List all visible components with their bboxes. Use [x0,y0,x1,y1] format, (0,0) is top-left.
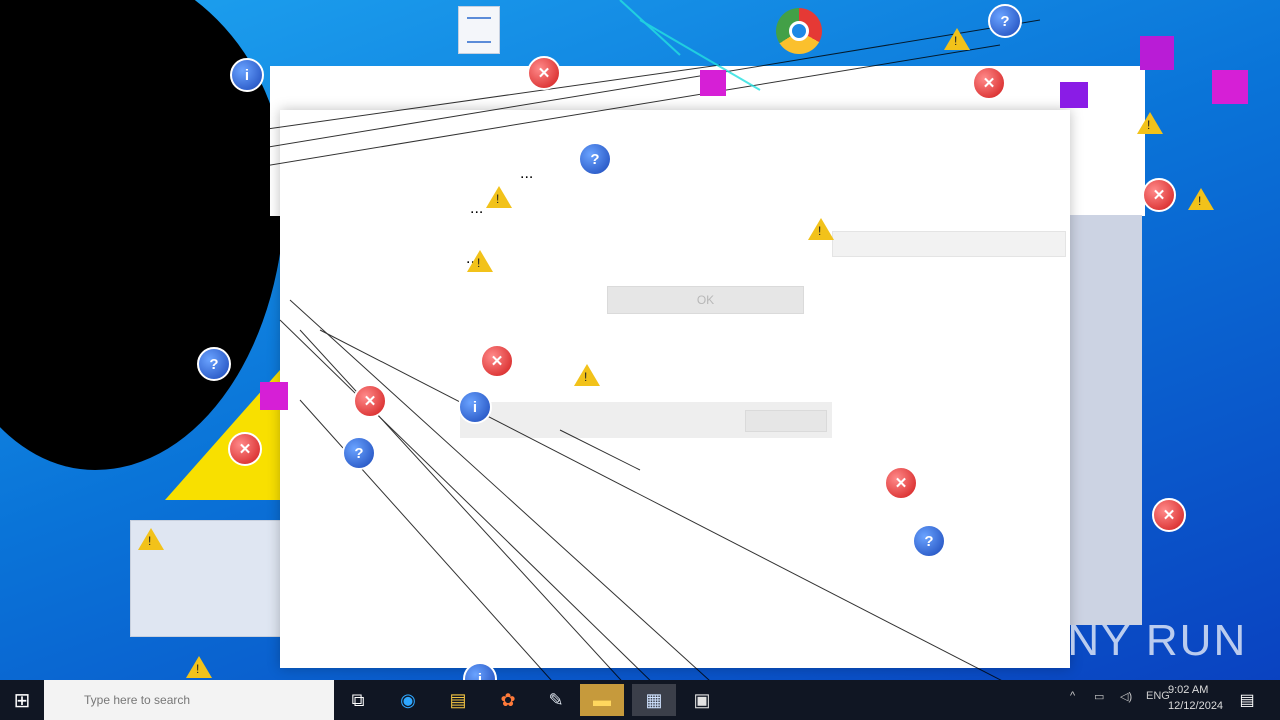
network-icon[interactable]: ▦ [632,684,676,716]
error-icon: ✕ [353,384,387,418]
help-icon: ? [578,142,612,176]
error-icon: ✕ [1152,498,1186,532]
warning-icon: ! [186,656,212,678]
glitch-magenta-block [1212,70,1248,104]
glitch-magenta-block [1140,36,1174,70]
anyrun-watermark: ANY RUN [1036,616,1248,665]
folder-icon[interactable]: ▬ [580,684,624,716]
warning-icon: ! [808,218,834,240]
notification-center-button[interactable]: ▤ [1232,684,1262,716]
file-explorer-icon[interactable]: ▤ [440,684,476,716]
glitch-magenta-block [1060,82,1088,108]
error-icon: ✕ [527,56,561,90]
notification-icon: ▤ [1239,692,1255,709]
paint-icon[interactable]: ✿ [490,684,526,716]
network-tray-icon[interactable]: ▭ [1094,690,1104,703]
warning-icon: ! [1137,112,1163,134]
search-placeholder: Type here to search [84,693,191,707]
language-icon[interactable]: ENG [1146,690,1170,702]
error-icon: ✕ [972,66,1006,100]
glitch-magenta-block [260,382,288,410]
task-view-icon[interactable]: ⧉ [340,684,376,716]
edge-icon[interactable]: ◉ [390,684,426,716]
error-icon: ✕ [228,432,262,466]
volume-icon[interactable]: ◁) [1120,690,1132,703]
help-icon: ? [197,347,231,381]
error-icon: ✕ [480,344,514,378]
warning-icon: ! [944,28,970,50]
clock-time[interactable]: 9:02 AM [1168,684,1208,696]
warning-icon: ! [486,186,512,208]
windows-start-icon: ⊞ [13,689,31,712]
error-icon: ✕ [884,466,918,500]
help-icon: ? [988,4,1022,38]
printer-icon[interactable]: ▣ [684,684,720,716]
paint-app-icon[interactable]: ✎ [538,684,574,716]
taskbar-search-input[interactable]: Type here to search [44,680,334,720]
chevron-up-icon[interactable]: ^ [1070,690,1075,702]
warning-icon: ! [138,528,164,550]
warning-icon: ! [574,364,600,386]
info-icon: i [458,390,492,424]
warning-icon: ! [467,250,493,272]
help-icon: ? [342,436,376,470]
glitch-magenta-block [700,70,726,96]
glitch-lines [239,0,1041,691]
error-icon: ✕ [1142,178,1176,212]
warning-icon: ! [1188,188,1214,210]
help-icon: ? [912,524,946,558]
start-button[interactable]: ⊞ [0,680,44,720]
info-icon: i [230,58,264,92]
clock-date[interactable]: 12/12/2024 [1168,700,1223,712]
